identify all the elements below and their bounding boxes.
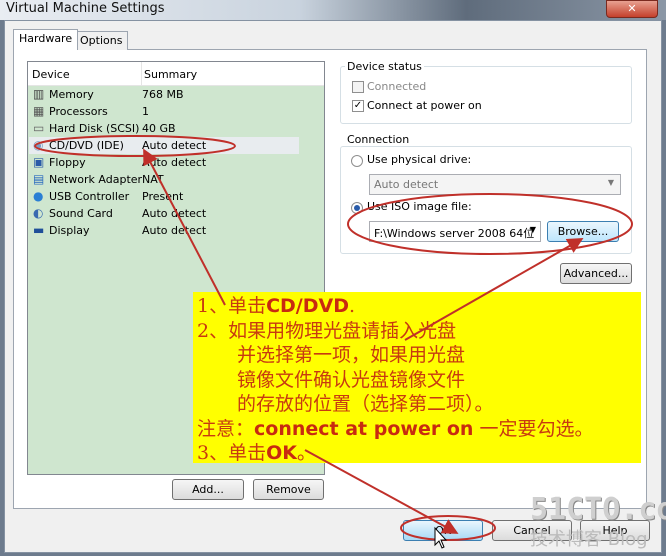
tab-hardware[interactable]: Hardware (13, 29, 79, 50)
cd-dvd-highlight-circle (34, 135, 236, 157)
watermark-sub: 技术博客 Blog (530, 529, 648, 550)
mouse-cursor-icon (434, 526, 448, 549)
watermark-logo: 51CTO.com (530, 492, 666, 527)
iso-highlight-circle (347, 193, 633, 255)
arrow-to-cd-dvd (143, 148, 226, 306)
annotation-marks (34, 135, 633, 549)
arrow-to-iso (404, 238, 584, 341)
arrow-to-ok (304, 449, 459, 534)
